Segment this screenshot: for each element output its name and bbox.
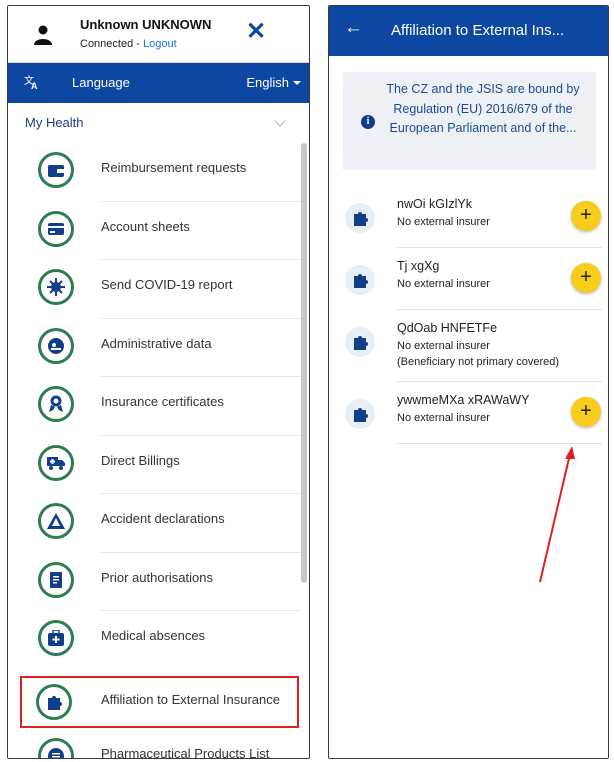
add-insurer-button[interactable]: + — [571, 201, 601, 231]
menu-item-affiliation-external-insurance[interactable]: Affiliation to External Insurance — [20, 675, 299, 728]
menu-item-label: Prior authorisations — [101, 569, 213, 585]
section-title: My Health — [25, 115, 84, 130]
menu-item-prior-authorisations[interactable]: Prior authorisations — [8, 553, 301, 611]
annotation-arrow — [539, 446, 575, 583]
user-icon — [34, 25, 52, 45]
puzzle-icon — [345, 399, 375, 429]
user-name: Unknown UNKNOWN — [80, 17, 212, 32]
language-selector[interactable]: 文 A Language English — [8, 63, 309, 103]
menu-item-account-sheets[interactable]: Account sheets — [8, 202, 301, 260]
user-header: Unknown UNKNOWN Connected - Logout ✕ — [8, 6, 309, 63]
ambulance-icon — [38, 444, 74, 481]
logout-link[interactable]: Logout — [143, 38, 177, 50]
affiliation-page: ← Affiliation to External Ins... i The C… — [328, 5, 609, 759]
menu-item-send-covid-report[interactable]: Send COVID-19 report — [8, 260, 301, 319]
menu-item-insurance-certificates[interactable]: Insurance certificates — [8, 377, 301, 436]
info-icon: i — [361, 115, 375, 129]
beneficiary-name: nwOi kGIzlYk — [397, 197, 473, 211]
beneficiary-row[interactable]: Tj xgXg No external insurer + — [329, 248, 608, 310]
connected-label: Connected — [80, 38, 134, 50]
back-arrow-icon[interactable]: ← — [344, 18, 363, 37]
list-icon — [38, 737, 74, 758]
beneficiary-name: ywwmeMXa xRAWaWY — [397, 393, 530, 407]
beneficiary-list: nwOi kGIzlYk No external insurer + Tj xg… — [329, 186, 608, 444]
svg-text:A: A — [31, 81, 38, 90]
menu-item-label: Account sheets — [101, 218, 190, 234]
scrollbar[interactable] — [301, 143, 307, 583]
add-insurer-button[interactable]: + — [571, 397, 601, 427]
menu-item-label: Direct Billings — [101, 452, 180, 468]
menu-item-label: Insurance certificates — [101, 394, 224, 409]
menu-item-label: Medical absences — [101, 628, 206, 643]
menu-list: Reimbursement requests Account sheets Se… — [8, 143, 301, 759]
puzzle-icon — [36, 683, 72, 720]
connection-status: Connected - Logout — [80, 38, 177, 50]
menu-item-label: Pharmaceutical Products List — [101, 745, 270, 759]
puzzle-icon — [345, 265, 375, 295]
beneficiary-row[interactable]: nwOi kGIzlYk No external insurer + — [329, 186, 608, 248]
navigation-drawer: Unknown UNKNOWN Connected - Logout ✕ 文 A… — [7, 5, 310, 759]
virus-icon — [38, 269, 74, 305]
page-title: Affiliation to External Ins... — [391, 22, 565, 39]
close-icon[interactable]: ✕ — [246, 20, 266, 44]
card-icon — [38, 210, 74, 247]
info-banner[interactable]: i The CZ and the JSIS are bound by Regul… — [343, 72, 596, 170]
insurer-status: No external insurer — [397, 412, 490, 424]
coverage-note: (Beneficiary not primary covered) — [397, 356, 560, 368]
menu-item-label: Reimbursement requests — [101, 160, 247, 175]
wallet-icon — [38, 152, 74, 188]
menu-item-label: Affiliation to External Insurance — [101, 691, 280, 707]
info-text: The CZ and the JSIS are bound by Regulat… — [386, 82, 580, 135]
menu-item-reimbursement-requests[interactable]: Reimbursement requests — [8, 143, 301, 202]
menu-item-label: Accident declarations — [101, 511, 225, 526]
language-value[interactable]: English — [246, 75, 289, 90]
menu-item-accident-declarations[interactable]: Accident declarations — [8, 494, 301, 553]
menu-item-label: Administrative data — [101, 335, 212, 351]
menu-item-medical-absences[interactable]: Medical absences — [8, 611, 301, 670]
app-bar: ← Affiliation to External Ins... — [329, 6, 608, 56]
warning-icon — [38, 503, 74, 539]
scroll-icon — [38, 561, 74, 598]
language-label: Language — [72, 75, 130, 90]
puzzle-icon — [345, 327, 375, 357]
beneficiary-row[interactable]: ywwmeMXa xRAWaWY No external insurer + — [329, 382, 608, 444]
insurer-status: No external insurer — [397, 340, 490, 352]
insurer-status: No external insurer — [397, 278, 490, 290]
section-my-health[interactable]: My Health — [8, 103, 309, 143]
beneficiary-name: QdOab HNFETFe — [397, 321, 498, 335]
translate-icon: 文 A — [24, 74, 38, 90]
menu-item-administrative-data[interactable]: Administrative data — [8, 319, 301, 377]
award-icon — [38, 386, 74, 422]
menu-item-pharmaceutical-products[interactable]: Pharmaceutical Products List — [8, 729, 301, 759]
puzzle-icon — [345, 203, 375, 233]
beneficiary-row[interactable]: QdOab HNFETFe No external insurer (Benef… — [329, 310, 608, 382]
caret-down-icon — [293, 81, 301, 85]
separator: - — [136, 38, 140, 50]
menu-item-label: Send COVID-19 report — [101, 277, 233, 292]
id-icon — [38, 327, 74, 364]
medkit-icon — [38, 620, 74, 656]
insurer-status: No external insurer — [397, 216, 490, 228]
beneficiary-name: Tj xgXg — [397, 259, 440, 273]
add-insurer-button[interactable]: + — [571, 263, 601, 293]
chevron-down-icon — [274, 115, 286, 127]
menu-item-direct-billings[interactable]: Direct Billings — [8, 436, 301, 494]
